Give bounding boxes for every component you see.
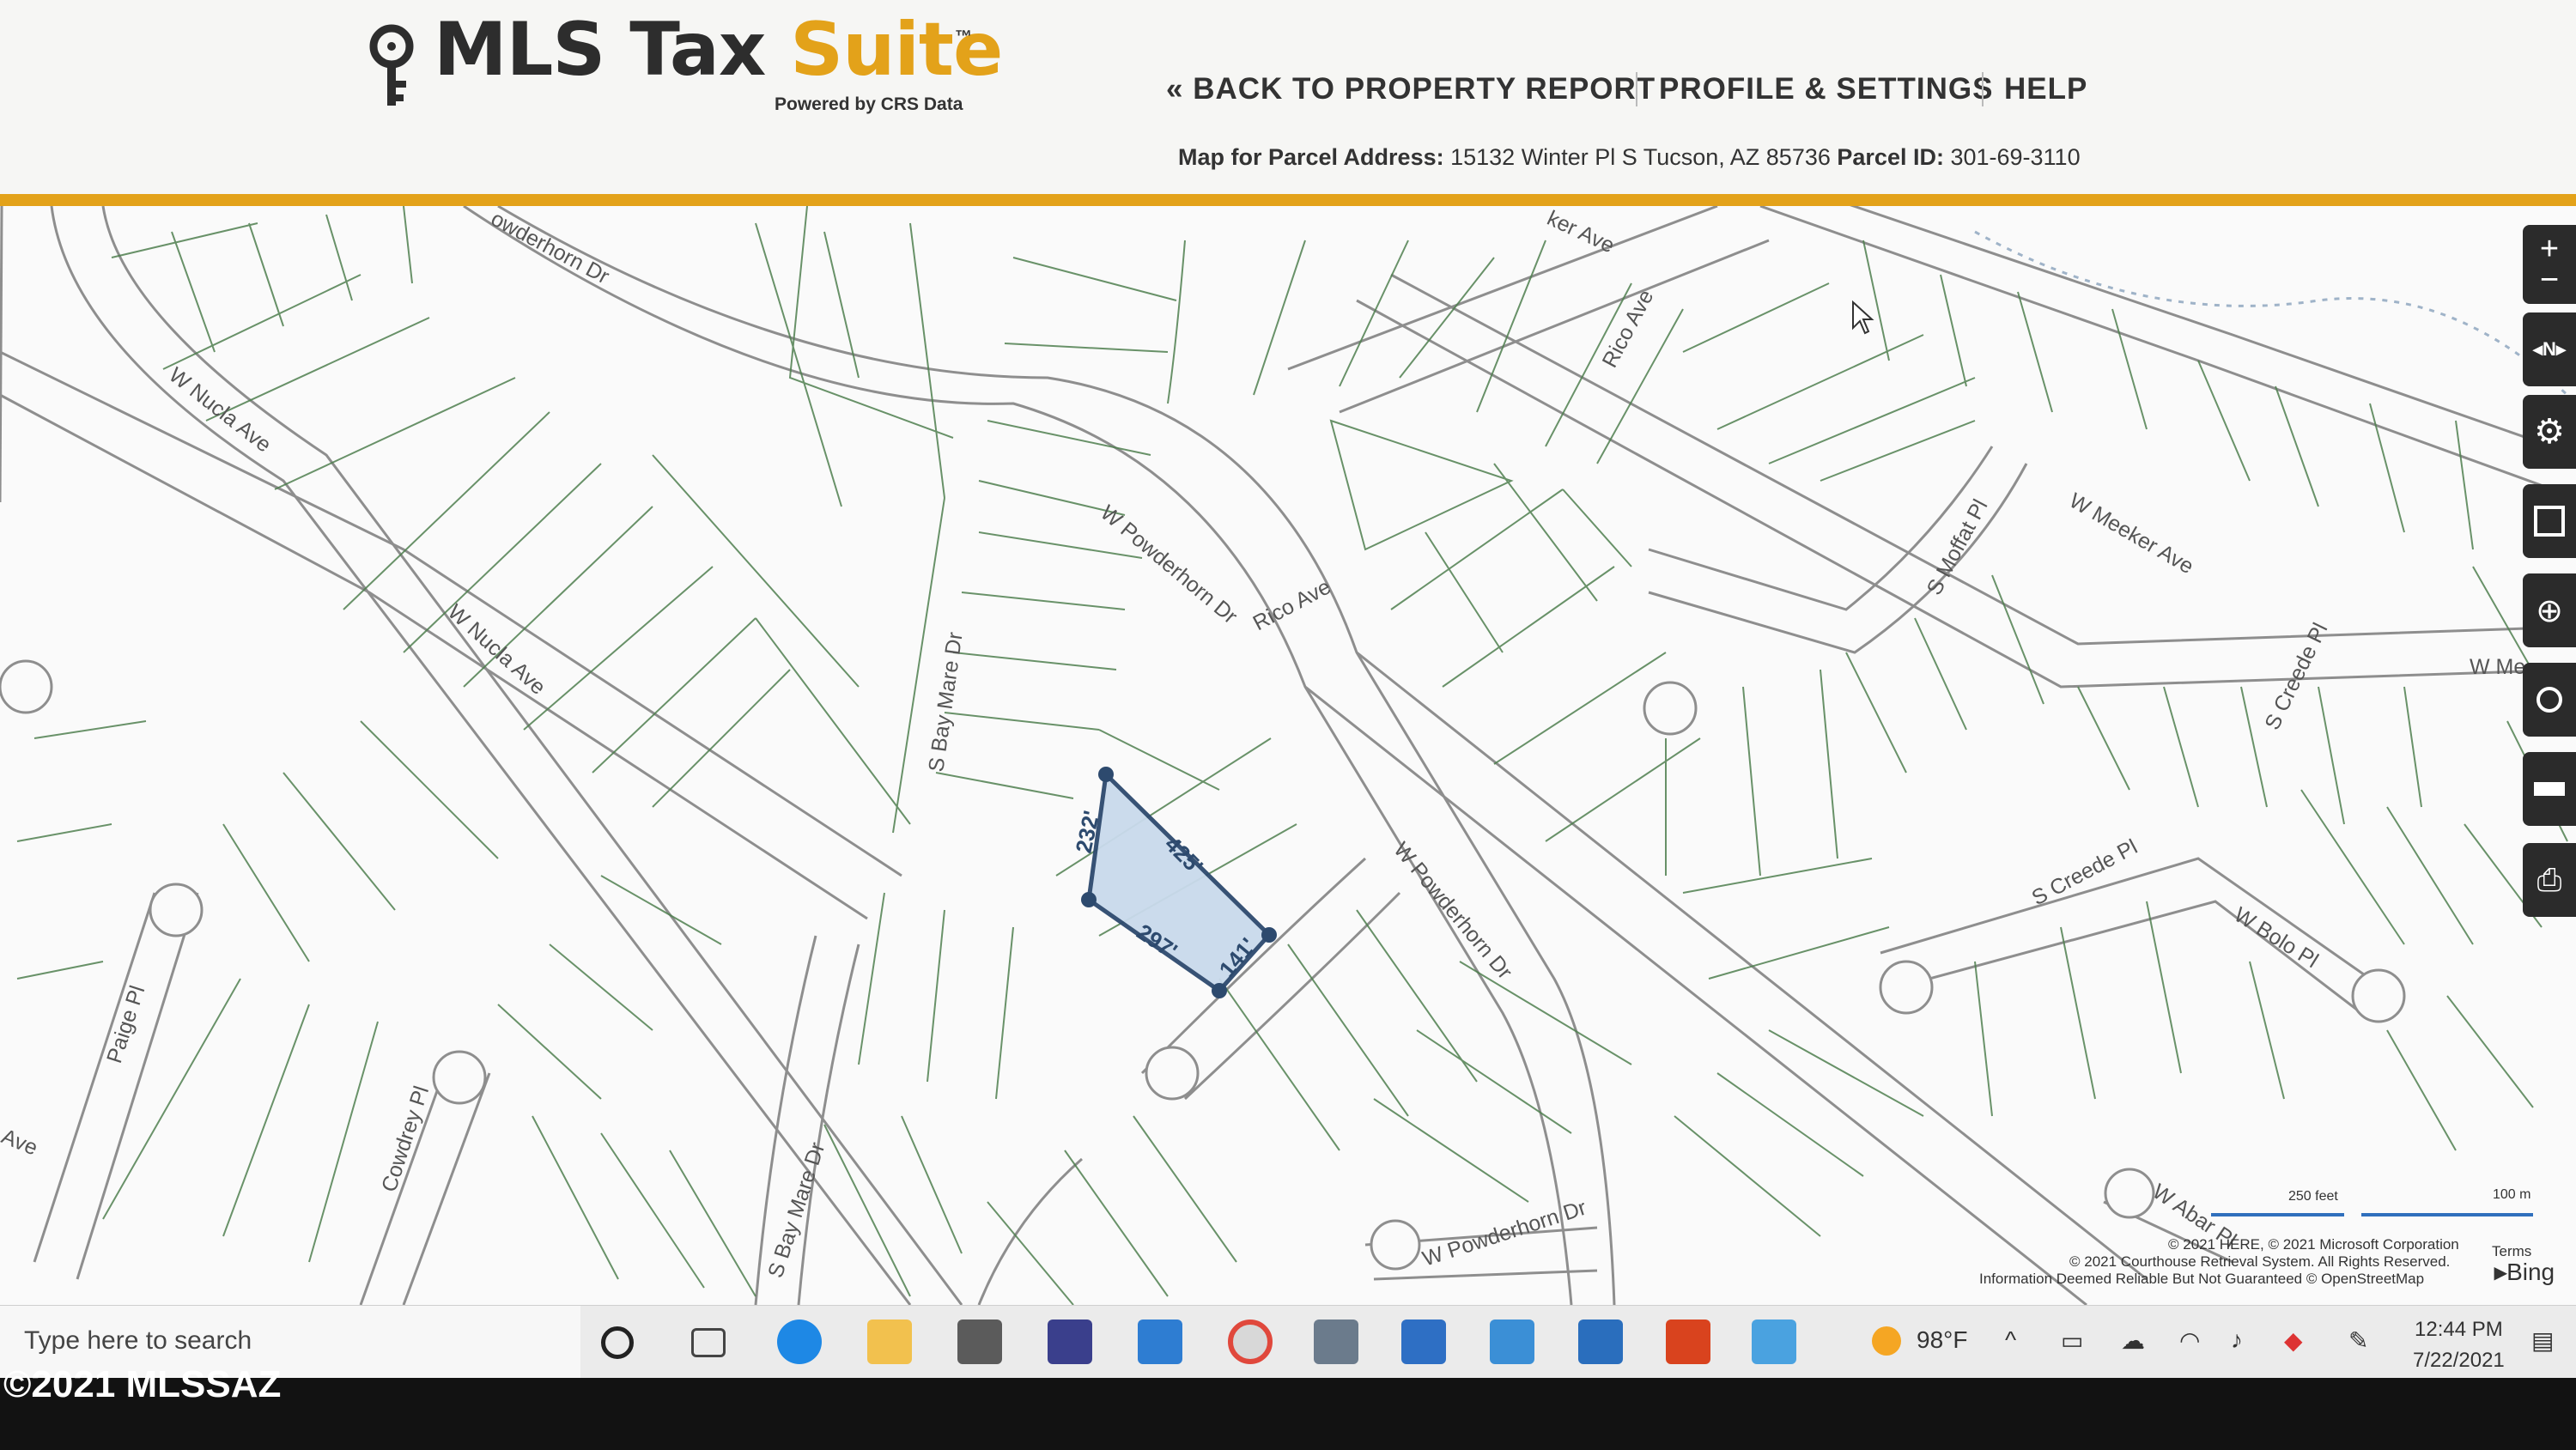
bing-logo: ▸Bing — [2494, 1259, 2555, 1285]
parcel-map[interactable]: 232' 425' 297' 141' owderhorn Dr ker Ave… — [0, 206, 2576, 1305]
bing-icon: ▸ — [2494, 1259, 2507, 1285]
cortana-icon[interactable] — [601, 1326, 634, 1359]
notifications-icon[interactable]: ▤ — [2531, 1326, 2554, 1355]
settings-button[interactable]: ⚙ — [2523, 395, 2576, 469]
street-label: Rico Ave — [1249, 574, 1335, 635]
profile-settings-link[interactable]: PROFILE & SETTINGS — [1659, 72, 1993, 106]
task-view-icon[interactable] — [691, 1328, 726, 1357]
street-label: S Moffat Pl — [1923, 495, 1993, 599]
wifi-icon[interactable]: ◠ — [2179, 1326, 2200, 1355]
street-label: S Bay Mare Dr — [924, 631, 968, 774]
street-label: S Creede Pl — [2028, 834, 2142, 910]
parcel-id-label: Parcel ID: — [1837, 144, 1944, 170]
parcel-info: Map for Parcel Address: 15132 Winter Pl … — [1178, 144, 2081, 171]
show-hidden-icons-icon[interactable]: ^ — [2005, 1326, 2016, 1354]
copyright-watermark: ©2021 MLSSAZ — [3, 1363, 282, 1405]
file-explorer-icon[interactable] — [867, 1320, 912, 1364]
photos-icon[interactable] — [1490, 1320, 1534, 1364]
parcel-vertex-handle[interactable] — [1261, 927, 1277, 943]
parcel-address-value: 15132 Winter Pl S Tucson, AZ 85736 — [1450, 144, 1831, 170]
header-accent-bar — [0, 194, 2576, 206]
app-icon[interactable] — [1048, 1320, 1092, 1364]
calendar-icon[interactable] — [1401, 1320, 1446, 1364]
search-button[interactable] — [2523, 663, 2576, 737]
volume-icon[interactable]: ♪ — [2231, 1326, 2243, 1354]
ruler-button[interactable] — [2523, 752, 2576, 826]
logo-title: MLS Tax Suite — [434, 7, 1003, 93]
parcel-vertex-handle[interactable] — [1098, 767, 1114, 782]
edge-icon[interactable] — [777, 1320, 822, 1364]
street-outlines — [0, 206, 2576, 1305]
street-label: W Powderhorn Dr — [1388, 838, 1516, 984]
app-store-icon[interactable] — [1752, 1320, 1796, 1364]
nav-divider — [1982, 72, 1984, 106]
mail-icon[interactable] — [1138, 1320, 1182, 1364]
logo-trademark: ™ — [955, 27, 972, 46]
clock-date: 7/22/2021 — [2413, 1349, 2505, 1372]
store-icon[interactable] — [957, 1320, 1002, 1364]
street-label: ker Ave — [1543, 206, 1618, 258]
street-label: W Nucla Ave — [164, 363, 276, 458]
parcel-vertex-handle[interactable] — [1081, 892, 1097, 907]
locate-button[interactable]: ⊕ — [2523, 573, 2576, 647]
map-attribution-line1: © 2021 HERE, © 2021 Microsoft Corporatio… — [2168, 1236, 2459, 1253]
mouse-cursor-icon — [1852, 300, 1874, 335]
battery-icon[interactable]: ▭ — [2061, 1326, 2083, 1355]
weather-temperature[interactable]: 98°F — [1917, 1326, 1967, 1354]
map-canvas[interactable]: 232' 425' 297' 141' owderhorn Dr ker Ave… — [0, 206, 2576, 1305]
help-link[interactable]: HELP — [2004, 72, 2087, 106]
app-header: MLS Tax Suite ™ Powered by CRS Data « BA… — [0, 0, 2576, 199]
parcel-address-label: Map for Parcel Address: — [1178, 144, 1444, 170]
office-icon[interactable] — [1666, 1320, 1710, 1364]
scale-label-meters: 100 m — [2493, 1187, 2531, 1202]
print-button[interactable]: ⎙ — [2523, 843, 2576, 917]
chrome-icon[interactable] — [1228, 1320, 1273, 1364]
select-area-icon — [2534, 506, 2565, 537]
taskbar-search-input[interactable]: Type here to search — [24, 1326, 252, 1356]
street-label: owderhorn Dr — [487, 207, 613, 289]
select-area-button[interactable] — [2523, 484, 2576, 558]
settings-icon: ⚙ — [2534, 413, 2565, 451]
back-to-property-report-link[interactable]: « BACK TO PROPERTY REPORT — [1166, 72, 1656, 106]
compass-button[interactable]: ◂N▸ — [2523, 312, 2576, 386]
street-label: Ave — [0, 1125, 41, 1161]
map-attribution-line3: Information Deemed Reliable But Not Guar… — [1979, 1271, 2425, 1287]
nav-divider — [1636, 72, 1637, 106]
zoom-controls: + − — [2523, 225, 2576, 304]
locate-icon: ⊕ — [2536, 592, 2563, 629]
scale-label-feet: 250 feet — [2288, 1189, 2338, 1204]
clock-time: 12:44 PM — [2415, 1318, 2503, 1341]
street-label: W Me — [2470, 655, 2525, 679]
compass-icon: ◂N▸ — [2533, 338, 2566, 360]
calculator-icon[interactable] — [1314, 1320, 1358, 1364]
weather-icon[interactable] — [1872, 1326, 1901, 1356]
zoom-in-icon[interactable]: + — [2540, 233, 2559, 265]
powered-by-label: Powered by CRS Data — [775, 94, 963, 114]
windows-taskbar: Type here to search 98°F ^ ▭ ☁ ◠ ♪ ◆ ✎ 1… — [0, 1305, 2576, 1378]
parcel-vertex-handle[interactable] — [1212, 983, 1227, 998]
trail-path — [1974, 230, 2576, 405]
print-icon: ⎙ — [2537, 861, 2562, 897]
ruler-icon — [2534, 782, 2565, 796]
zoom-out-icon[interactable]: − — [2540, 264, 2559, 296]
pen-icon[interactable]: ✎ — [2348, 1326, 2368, 1355]
street-label: W Meeker Ave — [2065, 488, 2197, 579]
scanner-icon[interactable] — [1578, 1320, 1623, 1364]
onedrive-icon[interactable]: ☁ — [2121, 1326, 2145, 1355]
map-attribution-line2: © 2021 Courthouse Retrieval System. All … — [2069, 1253, 2451, 1270]
taskbar-clock[interactable]: 12:44 PM 7/22/2021 — [2413, 1314, 2505, 1376]
parcel-id-value: 301-69-3110 — [1950, 144, 2081, 170]
key-logo-icon — [369, 24, 414, 106]
street-label: Paige Pl — [102, 983, 149, 1066]
search-icon — [2537, 687, 2562, 713]
browser-screen: MLS Tax Suite ™ Powered by CRS Data « BA… — [0, 0, 2576, 1378]
dropbox-icon[interactable]: ◆ — [2284, 1326, 2303, 1355]
